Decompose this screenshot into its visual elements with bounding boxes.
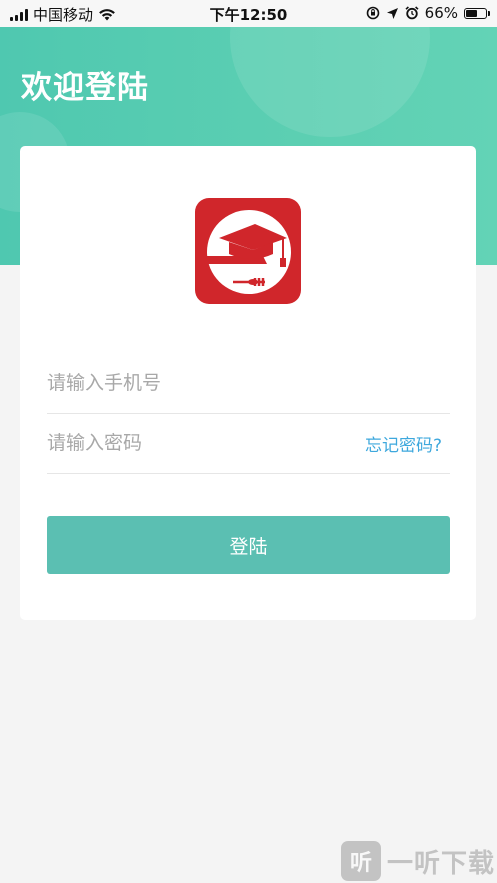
phone-field	[47, 354, 450, 414]
app-logo-icon	[195, 198, 301, 304]
alarm-icon	[405, 6, 419, 20]
login-button[interactable]: 登陆	[47, 516, 450, 574]
password-field: 忘记密码?	[47, 414, 450, 474]
password-input[interactable]	[47, 414, 337, 472]
page-title: 欢迎登陆	[21, 70, 149, 106]
login-card: 忘记密码? 登陆	[20, 146, 476, 620]
status-right: 66%	[366, 4, 490, 22]
battery-level-fill	[466, 9, 477, 17]
location-icon	[386, 7, 398, 19]
watermark-badge: 听	[340, 841, 381, 881]
watermark: 听 一听下载	[340, 841, 495, 881]
watermark-text: 一听下载	[386, 848, 495, 879]
orientation-lock-icon	[366, 6, 379, 20]
status-bar: 中国移动 下午12:50 66%	[0, 0, 497, 27]
battery-icon	[464, 7, 490, 19]
forgot-password-link[interactable]: 忘记密码?	[365, 431, 442, 456]
phone-input[interactable]	[47, 354, 337, 412]
battery-percent: 66%	[424, 4, 458, 22]
header-bubble-large	[230, 27, 430, 137]
